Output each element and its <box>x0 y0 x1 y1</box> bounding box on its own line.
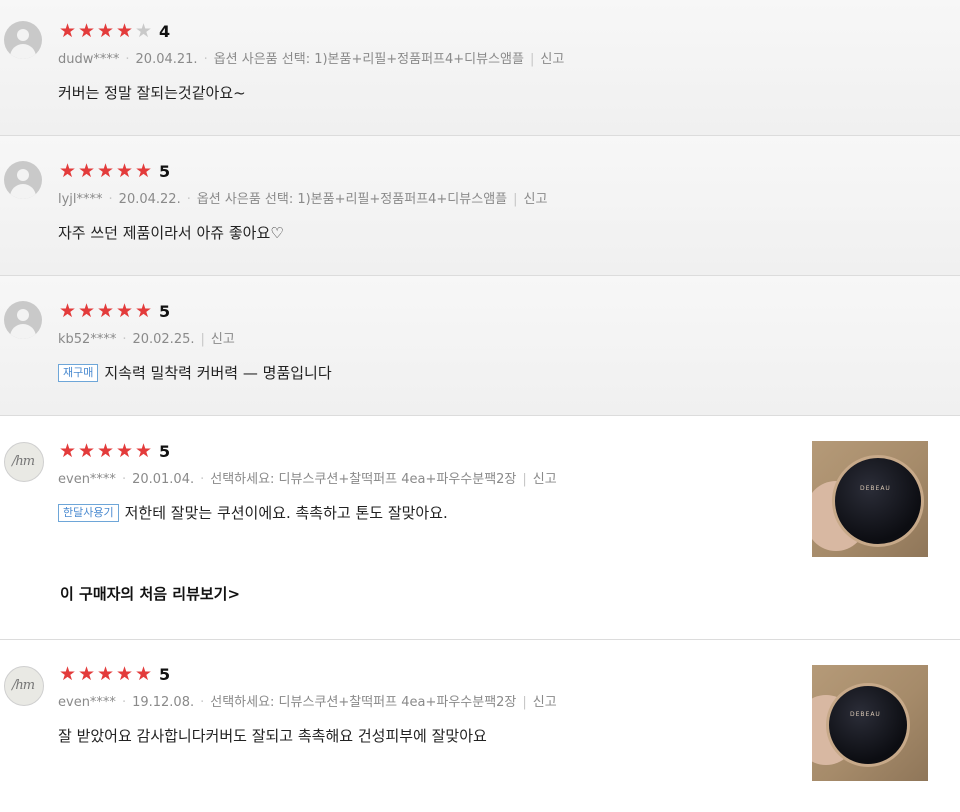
rating: ★ ★ ★ ★ ★ 5 <box>58 441 170 461</box>
first-review-link[interactable]: 이 구매자의 처음 리뷰보기> <box>60 583 240 604</box>
month-use-badge: 한달사용기 <box>58 503 119 522</box>
review-text: 잘 받았어요 감사합니다커버도 잘되고 촉촉해요 건성피부에 잘맞아요 <box>58 725 487 746</box>
star-icon: ★ <box>134 663 153 685</box>
star-rating: ★ ★ ★ ★ ★ <box>58 161 153 181</box>
review-item: ★ ★ ★ ★ ★ 5 kb52**** · 20.02.25. | 신고 재구매 지속력 밀착… <box>0 276 960 416</box>
star-icon: ★ <box>58 663 77 685</box>
username: even**** <box>58 695 116 710</box>
star-rating: ★ ★ ★ ★ ★ <box>58 301 153 321</box>
star-icon: ★ <box>96 300 115 322</box>
report-link[interactable]: 신고 <box>533 695 557 710</box>
review-meta: kb52**** · 20.02.25. | 신고 <box>58 332 235 347</box>
review-meta: lyjl**** · 20.04.22. · 옵션 사은품 선택: 1)본품+리필+정품… <box>58 192 548 207</box>
star-icon: ★ <box>134 440 153 462</box>
username: dudw**** <box>58 52 120 67</box>
rating-score: 5 <box>159 161 171 181</box>
report-link[interactable]: 신고 <box>540 52 564 67</box>
user-photo-icon: /hm <box>4 666 44 706</box>
review-date: 20.04.21. <box>135 52 198 67</box>
report-link[interactable]: 신고 <box>524 192 548 207</box>
review-photo[interactable]: DEBEAU <box>812 665 928 781</box>
review-meta: dudw**** · 20.04.21. · 옵션 사은품 선택: 1)본품+리필+정품… <box>58 52 565 67</box>
star-icon: ★ <box>96 663 115 685</box>
star-icon: ★ <box>134 20 153 42</box>
option-text: 선택하세요: 디뷰스쿠션+찰떡퍼프 4ea+파우수분팩2장 <box>210 472 517 487</box>
rating: ★ ★ ★ ★ ★ 5 <box>58 301 170 321</box>
review-meta: even**** · 20.01.04. · 선택하세요: 디뷰스쿠션+찰떡퍼프 4ea… <box>58 472 557 487</box>
star-icon: ★ <box>96 440 115 462</box>
star-icon: ★ <box>77 300 96 322</box>
review-body: 자주 쓰던 제품이라서 아쥬 좋아요♡ <box>58 224 284 242</box>
user-photo-icon: /hm <box>4 442 44 482</box>
review-item: /hm ★ ★ ★ ★ ★ 5 even**** · 19.12.08. · 선택하세요: 디뷰… <box>0 640 960 812</box>
username: kb52**** <box>58 332 117 347</box>
rating-score: 5 <box>159 301 171 321</box>
review-body: 잘 받았어요 감사합니다커버도 잘되고 촉촉해요 건성피부에 잘맞아요 <box>58 727 487 745</box>
review-body: 지속력 밀착력 커버력 — 명품입니다 <box>104 364 332 382</box>
rating: ★ ★ ★ ★ ★ 5 <box>58 664 170 684</box>
star-icon: ★ <box>58 20 77 42</box>
user-silhouette-icon <box>4 161 42 199</box>
review-item: ★ ★ ★ ★ ★ 4 dudw**** · 20.04.21. · 옵션 사은품 선택: 1)… <box>0 0 960 136</box>
review-text: 커버는 정말 잘되는것같아요~ <box>58 82 246 103</box>
option-text: 옵션 사은품 선택: 1)본품+리필+정품퍼프4+디뷰스앰플 <box>213 52 524 67</box>
cushion-compact-image <box>826 683 910 767</box>
star-icon: ★ <box>77 440 96 462</box>
star-rating: ★ ★ ★ ★ ★ <box>58 21 153 41</box>
username: lyjl**** <box>58 192 103 207</box>
rating-score: 5 <box>159 441 171 461</box>
review-item: /hm ★ ★ ★ ★ ★ 5 even**** · 20.01.04. · 선택하세요: 디뷰… <box>0 416 960 640</box>
star-icon: ★ <box>58 160 77 182</box>
star-rating: ★ ★ ★ ★ ★ <box>58 664 153 684</box>
option-text: 선택하세요: 디뷰스쿠션+찰떡퍼프 4ea+파우수분팩2장 <box>210 695 517 710</box>
star-icon: ★ <box>77 160 96 182</box>
repurchase-badge: 재구매 <box>58 363 99 382</box>
report-link[interactable]: 신고 <box>533 472 557 487</box>
review-item: ★ ★ ★ ★ ★ 5 lyjl**** · 20.04.22. · 옵션 사은품 선택: 1)… <box>0 136 960 276</box>
user-silhouette-icon <box>4 21 42 59</box>
star-icon: ★ <box>96 160 115 182</box>
star-icon: ★ <box>115 20 134 42</box>
report-link[interactable]: 신고 <box>211 332 235 347</box>
star-icon: ★ <box>134 160 153 182</box>
review-text: 한달사용기 저한테 잘맞는 쿠션이에요. 촉촉하고 톤도 잘맞아요. <box>58 502 448 523</box>
star-icon: ★ <box>77 663 96 685</box>
review-date: 20.01.04. <box>132 472 195 487</box>
star-icon: ★ <box>115 300 134 322</box>
star-rating: ★ ★ ★ ★ ★ <box>58 441 153 461</box>
review-body: 커버는 정말 잘되는것같아요~ <box>58 84 246 102</box>
review-text: 자주 쓰던 제품이라서 아쥬 좋아요♡ <box>58 222 284 243</box>
review-meta: even**** · 19.12.08. · 선택하세요: 디뷰스쿠션+찰떡퍼프 4ea… <box>58 695 557 710</box>
rating-score: 4 <box>159 21 171 41</box>
star-icon: ★ <box>58 300 77 322</box>
rating: ★ ★ ★ ★ ★ 5 <box>58 161 170 181</box>
star-icon: ★ <box>115 160 134 182</box>
star-icon: ★ <box>115 663 134 685</box>
review-text: 재구매 지속력 밀착력 커버력 — 명품입니다 <box>58 362 332 383</box>
review-body: 저한테 잘맞는 쿠션이에요. 촉촉하고 톤도 잘맞아요. <box>124 504 448 522</box>
user-silhouette-icon <box>4 301 42 339</box>
star-icon: ★ <box>134 300 153 322</box>
review-photo[interactable]: DEBEAU <box>812 441 928 557</box>
review-date: 19.12.08. <box>132 695 195 710</box>
review-date: 20.04.22. <box>118 192 181 207</box>
star-icon: ★ <box>115 440 134 462</box>
review-date: 20.02.25. <box>132 332 195 347</box>
star-icon: ★ <box>58 440 77 462</box>
rating-score: 5 <box>159 664 171 684</box>
star-icon: ★ <box>77 20 96 42</box>
username: even**** <box>58 472 116 487</box>
rating: ★ ★ ★ ★ ★ 4 <box>58 21 170 41</box>
cushion-compact-image <box>832 455 924 547</box>
star-icon: ★ <box>96 20 115 42</box>
option-text: 옵션 사은품 선택: 1)본품+리필+정품퍼프4+디뷰스앰플 <box>196 192 508 207</box>
